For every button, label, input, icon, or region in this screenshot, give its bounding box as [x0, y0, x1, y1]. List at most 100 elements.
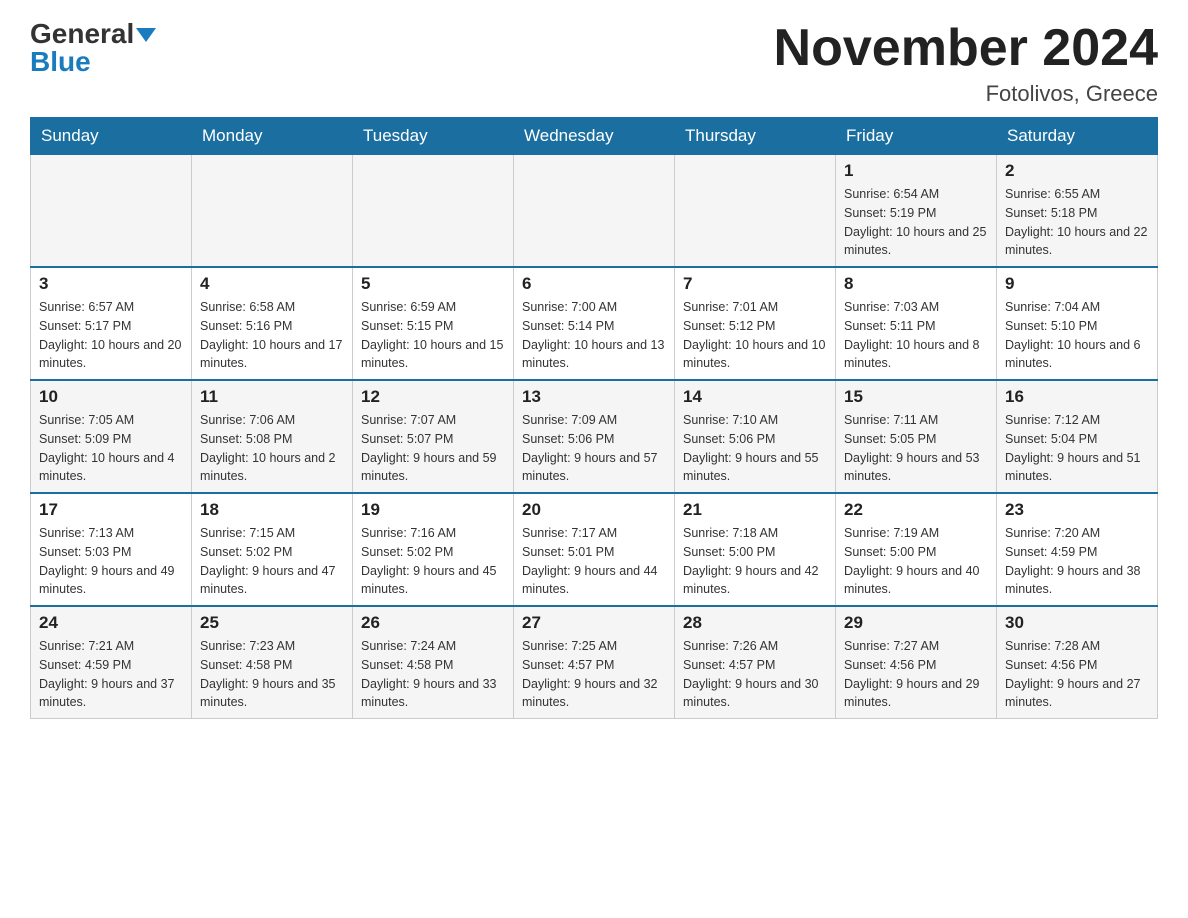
calendar-cell: 7 Sunrise: 7:01 AMSunset: 5:12 PMDaylight… [675, 267, 836, 380]
day-info: Sunrise: 7:26 AMSunset: 4:57 PMDaylight:… [683, 637, 827, 712]
calendar-week-4: 17Sunrise: 7:13 AMSunset: 5:03 PMDayligh… [31, 493, 1158, 606]
day-info: Sunrise: 7:27 AMSunset: 4:56 PMDaylight:… [844, 637, 988, 712]
calendar-cell: 30Sunrise: 7:28 AMSunset: 4:56 PMDayligh… [997, 606, 1158, 719]
day-info: Sunrise: 7:09 AMSunset: 5:06 PMDaylight:… [522, 411, 666, 486]
calendar-week-5: 24 Sunrise: 7:21 AMSunset: 4:59 PMDayligh… [31, 606, 1158, 719]
day-number: 4 [200, 274, 344, 294]
weekday-header-saturday: Saturday [997, 118, 1158, 155]
day-number: 15 [844, 387, 988, 407]
calendar-cell: 6 Sunrise: 7:00 AMSunset: 5:14 PMDaylight… [514, 267, 675, 380]
day-number: 13 [522, 387, 666, 407]
day-number: 6 [522, 274, 666, 294]
calendar-cell: 9 Sunrise: 7:04 AMSunset: 5:10 PMDaylight… [997, 267, 1158, 380]
day-info: Sunrise: 6:54 AMSunset: 5:19 PMDaylight:… [844, 185, 988, 260]
day-number: 9 [1005, 274, 1149, 294]
calendar-cell [192, 155, 353, 268]
calendar-cell: 15 Sunrise: 7:11 AMSunset: 5:05 PMDayligh… [836, 380, 997, 493]
calendar-cell: 20Sunrise: 7:17 AMSunset: 5:01 PMDayligh… [514, 493, 675, 606]
day-info: Sunrise: 7:04 AMSunset: 5:10 PMDaylight:… [1005, 298, 1149, 373]
logo-blue: Blue [30, 46, 91, 77]
day-number: 1 [844, 161, 988, 181]
day-info: Sunrise: 6:57 AMSunset: 5:17 PMDaylight:… [39, 298, 183, 373]
calendar-cell: 11 Sunrise: 7:06 AMSunset: 5:08 PMDayligh… [192, 380, 353, 493]
day-number: 21 [683, 500, 827, 520]
calendar-cell: 19Sunrise: 7:16 AMSunset: 5:02 PMDayligh… [353, 493, 514, 606]
weekday-header-row: SundayMondayTuesdayWednesdayThursdayFrid… [31, 118, 1158, 155]
calendar-cell: 5Sunrise: 6:59 AMSunset: 5:15 PMDaylight… [353, 267, 514, 380]
weekday-header-tuesday: Tuesday [353, 118, 514, 155]
calendar-week-1: 1 Sunrise: 6:54 AMSunset: 5:19 PMDaylight… [31, 155, 1158, 268]
day-info: Sunrise: 7:06 AMSunset: 5:08 PMDaylight:… [200, 411, 344, 486]
day-info: Sunrise: 7:03 AMSunset: 5:11 PMDaylight:… [844, 298, 988, 373]
month-title: November 2024 [774, 20, 1158, 77]
day-number: 2 [1005, 161, 1149, 181]
day-number: 30 [1005, 613, 1149, 633]
calendar-cell: 29 Sunrise: 7:27 AMSunset: 4:56 PMDayligh… [836, 606, 997, 719]
logo-general: General [30, 18, 134, 49]
calendar-cell: 16Sunrise: 7:12 AMSunset: 5:04 PMDayligh… [997, 380, 1158, 493]
logo: General Blue [30, 20, 156, 76]
day-number: 3 [39, 274, 183, 294]
weekday-header-friday: Friday [836, 118, 997, 155]
weekday-header-thursday: Thursday [675, 118, 836, 155]
day-info: Sunrise: 6:58 AMSunset: 5:16 PMDaylight:… [200, 298, 344, 373]
day-info: Sunrise: 7:20 AMSunset: 4:59 PMDaylight:… [1005, 524, 1149, 599]
day-number: 17 [39, 500, 183, 520]
calendar-cell: 13 Sunrise: 7:09 AMSunset: 5:06 PMDayligh… [514, 380, 675, 493]
day-number: 10 [39, 387, 183, 407]
calendar-cell: 25 Sunrise: 7:23 AMSunset: 4:58 PMDayligh… [192, 606, 353, 719]
day-number: 27 [522, 613, 666, 633]
day-number: 11 [200, 387, 344, 407]
day-info: Sunrise: 7:00 AMSunset: 5:14 PMDaylight:… [522, 298, 666, 373]
calendar-cell: 8Sunrise: 7:03 AMSunset: 5:11 PMDaylight… [836, 267, 997, 380]
day-number: 12 [361, 387, 505, 407]
day-number: 24 [39, 613, 183, 633]
calendar-cell: 22 Sunrise: 7:19 AMSunset: 5:00 PMDayligh… [836, 493, 997, 606]
day-number: 16 [1005, 387, 1149, 407]
calendar-cell: 21Sunrise: 7:18 AMSunset: 5:00 PMDayligh… [675, 493, 836, 606]
title-section: November 2024 Fotolivos, Greece [774, 20, 1158, 107]
weekday-header-sunday: Sunday [31, 118, 192, 155]
calendar-cell: 14Sunrise: 7:10 AMSunset: 5:06 PMDayligh… [675, 380, 836, 493]
location: Fotolivos, Greece [774, 81, 1158, 107]
calendar-week-2: 3 Sunrise: 6:57 AMSunset: 5:17 PMDaylight… [31, 267, 1158, 380]
day-info: Sunrise: 7:24 AMSunset: 4:58 PMDaylight:… [361, 637, 505, 712]
calendar-cell: 23Sunrise: 7:20 AMSunset: 4:59 PMDayligh… [997, 493, 1158, 606]
day-info: Sunrise: 7:25 AMSunset: 4:57 PMDaylight:… [522, 637, 666, 712]
calendar-cell: 28Sunrise: 7:26 AMSunset: 4:57 PMDayligh… [675, 606, 836, 719]
day-number: 14 [683, 387, 827, 407]
day-info: Sunrise: 7:07 AMSunset: 5:07 PMDaylight:… [361, 411, 505, 486]
page-header: General Blue November 2024 Fotolivos, Gr… [30, 20, 1158, 107]
calendar-table: SundayMondayTuesdayWednesdayThursdayFrid… [30, 117, 1158, 719]
calendar-cell [31, 155, 192, 268]
day-number: 7 [683, 274, 827, 294]
calendar-cell: 3 Sunrise: 6:57 AMSunset: 5:17 PMDaylight… [31, 267, 192, 380]
day-info: Sunrise: 7:17 AMSunset: 5:01 PMDaylight:… [522, 524, 666, 599]
calendar-cell: 2 Sunrise: 6:55 AMSunset: 5:18 PMDaylight… [997, 155, 1158, 268]
day-number: 25 [200, 613, 344, 633]
calendar-cell: 17Sunrise: 7:13 AMSunset: 5:03 PMDayligh… [31, 493, 192, 606]
calendar-cell: 12 Sunrise: 7:07 AMSunset: 5:07 PMDayligh… [353, 380, 514, 493]
day-number: 22 [844, 500, 988, 520]
calendar-cell: 10Sunrise: 7:05 AMSunset: 5:09 PMDayligh… [31, 380, 192, 493]
day-info: Sunrise: 7:19 AMSunset: 5:00 PMDaylight:… [844, 524, 988, 599]
calendar-cell: 26 Sunrise: 7:24 AMSunset: 4:58 PMDayligh… [353, 606, 514, 719]
day-info: Sunrise: 7:01 AMSunset: 5:12 PMDaylight:… [683, 298, 827, 373]
weekday-header-monday: Monday [192, 118, 353, 155]
day-info: Sunrise: 6:55 AMSunset: 5:18 PMDaylight:… [1005, 185, 1149, 260]
day-number: 18 [200, 500, 344, 520]
day-info: Sunrise: 7:23 AMSunset: 4:58 PMDaylight:… [200, 637, 344, 712]
day-info: Sunrise: 7:21 AMSunset: 4:59 PMDaylight:… [39, 637, 183, 712]
day-info: Sunrise: 7:11 AMSunset: 5:05 PMDaylight:… [844, 411, 988, 486]
calendar-cell [675, 155, 836, 268]
calendar-cell [514, 155, 675, 268]
calendar-cell: 24 Sunrise: 7:21 AMSunset: 4:59 PMDayligh… [31, 606, 192, 719]
calendar-cell [353, 155, 514, 268]
day-number: 26 [361, 613, 505, 633]
calendar-cell: 4 Sunrise: 6:58 AMSunset: 5:16 PMDaylight… [192, 267, 353, 380]
calendar-cell: 27 Sunrise: 7:25 AMSunset: 4:57 PMDayligh… [514, 606, 675, 719]
calendar-cell: 18Sunrise: 7:15 AMSunset: 5:02 PMDayligh… [192, 493, 353, 606]
day-info: Sunrise: 7:16 AMSunset: 5:02 PMDaylight:… [361, 524, 505, 599]
day-number: 29 [844, 613, 988, 633]
calendar-cell: 1 Sunrise: 6:54 AMSunset: 5:19 PMDaylight… [836, 155, 997, 268]
